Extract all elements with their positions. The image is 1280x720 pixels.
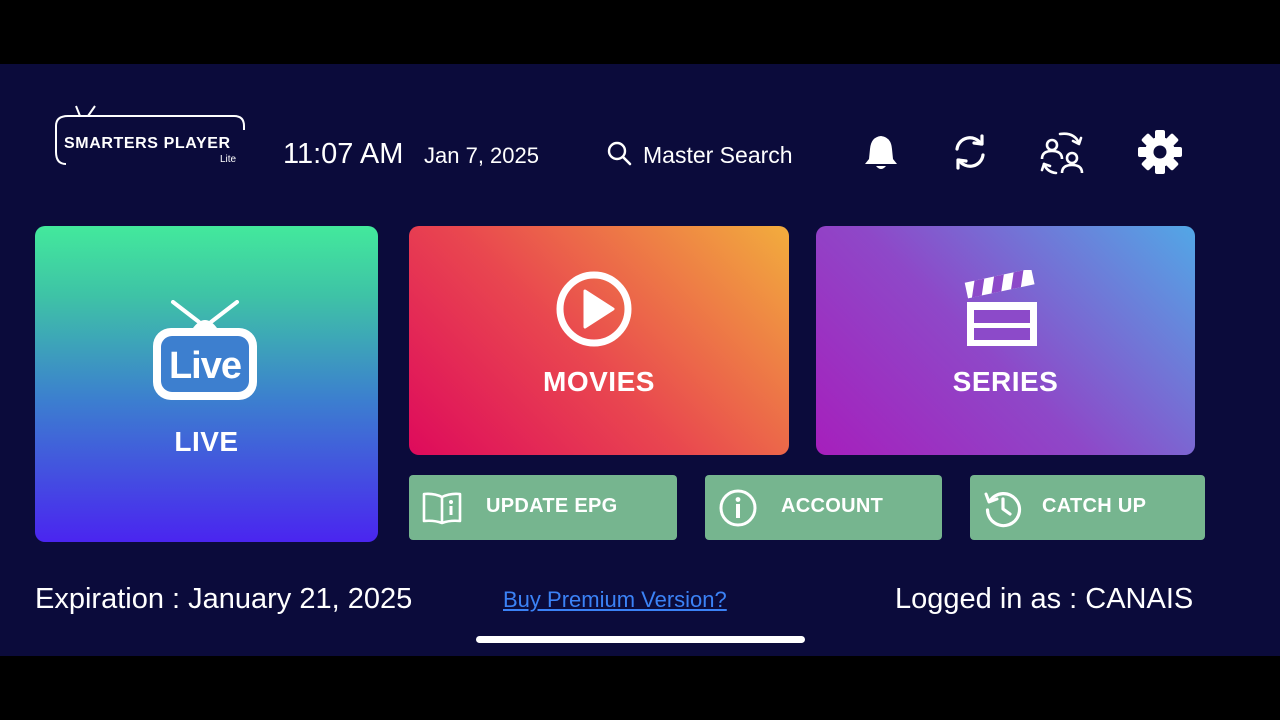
catch-up-button[interactable]: CATCH UP bbox=[970, 475, 1205, 540]
account-label: ACCOUNT bbox=[781, 495, 884, 517]
switch-user-button[interactable] bbox=[1038, 130, 1086, 178]
clock-time: 11:07 AM bbox=[283, 138, 404, 170]
clock-date: Jan 7, 2025 bbox=[424, 143, 539, 168]
live-label: LIVE bbox=[174, 426, 239, 457]
logo-sub: Lite bbox=[220, 154, 237, 165]
logged-in-text: Logged in as : CANAIS bbox=[895, 583, 1194, 615]
letterbox-top bbox=[0, 0, 1280, 64]
update-epg-button[interactable]: UPDATE EPG bbox=[409, 475, 677, 540]
series-label: SERIES bbox=[952, 366, 1059, 397]
tv-icon: Live bbox=[151, 300, 259, 404]
history-clock-icon bbox=[980, 485, 1026, 531]
switch-user-icon bbox=[1038, 128, 1086, 181]
movies-label: MOVIES bbox=[543, 366, 655, 397]
play-circle-icon bbox=[555, 270, 633, 353]
settings-button[interactable] bbox=[1136, 129, 1184, 180]
live-tile[interactable]: Live LIVE bbox=[35, 226, 378, 542]
series-tile[interactable]: SERIES bbox=[816, 226, 1195, 455]
search-icon bbox=[606, 140, 632, 171]
refresh-button[interactable] bbox=[946, 130, 994, 178]
home-indicator[interactable] bbox=[476, 636, 805, 643]
bell-icon bbox=[863, 133, 899, 176]
search-label: Master Search bbox=[643, 141, 793, 168]
clapperboard-icon bbox=[964, 268, 1040, 353]
account-button[interactable]: ACCOUNT bbox=[705, 475, 942, 540]
update-epg-label: UPDATE EPG bbox=[486, 495, 618, 517]
book-info-icon bbox=[419, 485, 465, 531]
gear-icon bbox=[1137, 129, 1183, 180]
expiration-text: Expiration : January 21, 2025 bbox=[35, 583, 413, 615]
notifications-button[interactable] bbox=[857, 130, 905, 178]
logo-name: SMARTERS PLAYER bbox=[64, 135, 231, 152]
letterbox-bottom bbox=[0, 656, 1280, 720]
refresh-icon bbox=[950, 132, 990, 177]
buy-premium-link[interactable]: Buy Premium Version? bbox=[503, 587, 727, 613]
info-circle-icon bbox=[715, 485, 761, 531]
app-logo: SMARTERS PLAYER Lite bbox=[54, 104, 250, 170]
tv-icon-text: Live bbox=[168, 345, 242, 387]
master-search-button[interactable]: Master Search bbox=[606, 138, 793, 172]
catch-up-label: CATCH UP bbox=[1042, 495, 1147, 517]
movies-tile[interactable]: MOVIES bbox=[409, 226, 789, 455]
